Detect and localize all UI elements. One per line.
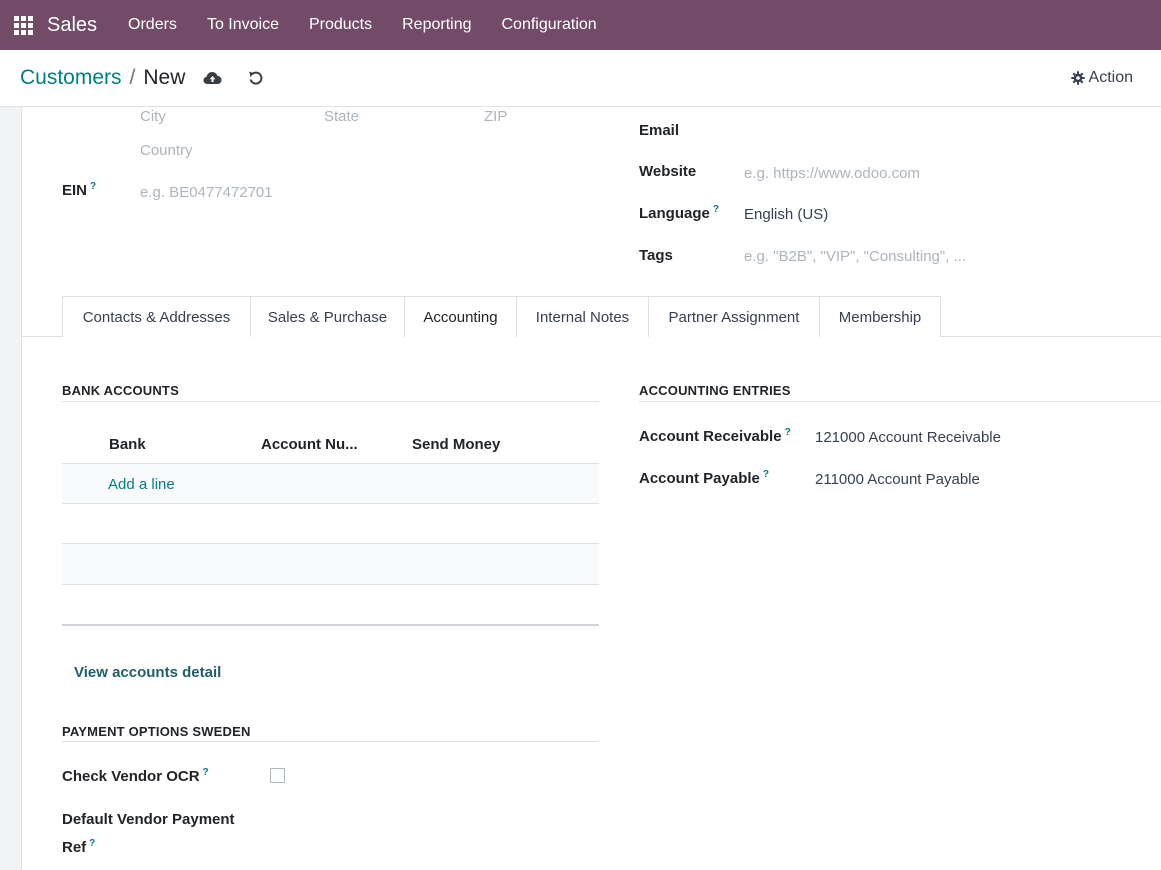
account-receivable-label: Account Receivable? [639,427,791,445]
apps-menu-icon[interactable] [0,0,47,50]
top-navbar: Sales Orders To Invoice Products Reporti… [0,0,1161,50]
breadcrumb-current: New [143,66,186,89]
bank-accounts-divider [62,401,599,402]
tab-membership[interactable]: Membership [819,296,941,337]
account-payable-field[interactable]: 211000 Account Payable [815,471,980,488]
tags-input[interactable]: e.g. "B2B", "VIP", "Consulting", ... [744,248,966,265]
bank-accounts-title: BANK ACCOUNTS [62,383,179,398]
column-account-number[interactable]: Account Nu... [261,436,358,453]
action-label: Action [1088,69,1133,86]
ein-input[interactable]: e.g. BE0477472701 [140,184,273,201]
table-footer-divider [62,624,599,626]
breadcrumb: Customers / New [20,66,185,90]
form-sheet: City State ZIP Country EIN? e.g. BE04774… [21,107,1161,870]
website-input[interactable]: e.g. https://www.odoo.com [744,165,920,182]
account-payable-help-icon[interactable]: ? [763,469,769,480]
account-receivable-label-text: Account Receivable [639,428,782,445]
ein-label: EIN? [62,181,96,199]
tab-internal-notes[interactable]: Internal Notes [516,296,649,337]
default-vendor-payment-ref-help-icon[interactable]: ? [89,838,95,849]
table-row-divider [62,584,599,585]
table-row [62,544,599,584]
city-input[interactable]: City [140,108,166,125]
tags-label: Tags [639,247,673,264]
column-send-money[interactable]: Send Money [412,436,500,453]
breadcrumb-separator: / [129,66,136,89]
zip-input[interactable]: ZIP [484,108,507,125]
email-label: Email [639,122,680,139]
breadcrumb-customers[interactable]: Customers [20,66,122,90]
tab-sales-purchase[interactable]: Sales & Purchase [250,296,405,337]
ein-label-text: EIN [62,182,88,199]
discard-undo-icon[interactable] [245,67,267,89]
accounting-entries-title: ACCOUNTING ENTRIES [639,383,791,398]
language-label: Language? [639,204,719,222]
ein-help-icon[interactable]: ? [90,181,96,192]
column-bank[interactable]: Bank [109,436,146,453]
account-receivable-help-icon[interactable]: ? [785,427,791,438]
view-accounts-detail-link[interactable]: View accounts detail [74,664,221,681]
check-vendor-ocr-label: Check Vendor OCR? [62,767,209,785]
language-select[interactable]: English (US) [744,206,828,223]
default-vendor-payment-ref-label: Default Vendor Payment Ref? [62,808,235,860]
tab-accounting[interactable]: Accounting [404,296,517,338]
country-input[interactable]: Country [140,142,193,159]
check-vendor-ocr-label-text: Check Vendor OCR [62,768,200,785]
language-label-text: Language [639,205,710,222]
account-payable-label-text: Account Payable [639,470,760,487]
gear-icon [1070,71,1085,85]
website-label: Website [639,163,697,180]
app-brand[interactable]: Sales [47,14,97,37]
save-cloud-icon[interactable] [201,67,223,89]
control-panel: Customers / New Action [0,50,1161,107]
table-row-divider [62,503,599,504]
action-button[interactable]: Action [1070,69,1133,87]
payment-options-sweden-title: PAYMENT OPTIONS SWEDEN [62,724,251,739]
menu-configuration[interactable]: Configuration [487,0,612,50]
default-vendor-payment-ref-line2-wrap: Ref? [62,832,235,860]
check-vendor-ocr-checkbox[interactable] [270,768,285,783]
state-input[interactable]: State [324,108,359,125]
check-vendor-ocr-help-icon[interactable]: ? [203,767,209,778]
menu-reporting[interactable]: Reporting [387,0,486,50]
tab-partner-assignment[interactable]: Partner Assignment [648,296,820,337]
language-help-icon[interactable]: ? [713,204,719,215]
menu-orders[interactable]: Orders [113,0,192,50]
menu-products[interactable]: Products [294,0,387,50]
accounting-entries-divider [639,401,1161,402]
payment-options-divider [62,741,599,742]
tab-contacts-addresses[interactable]: Contacts & Addresses [62,296,251,337]
notebook-tabs: Contacts & Addresses Sales & Purchase Ac… [22,296,1161,338]
default-vendor-payment-ref-line2: Ref [62,839,87,856]
menu-to-invoice[interactable]: To Invoice [192,0,294,50]
add-line-link[interactable]: Add a line [108,476,175,493]
default-vendor-payment-ref-line1: Default Vendor Payment [62,811,235,828]
account-payable-label: Account Payable? [639,469,769,487]
account-receivable-field[interactable]: 121000 Account Receivable [815,429,1001,446]
